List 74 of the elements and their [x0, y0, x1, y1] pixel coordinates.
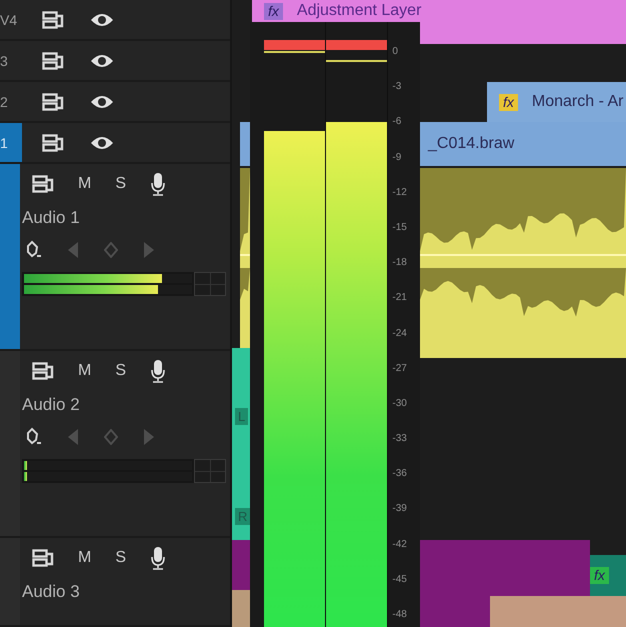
db-scale-label: -6	[392, 116, 402, 128]
microphone-icon[interactable]	[150, 172, 166, 196]
mute-button[interactable]: M	[78, 175, 92, 193]
audio-clip[interactable]	[240, 168, 250, 348]
db-scale-label: -48	[392, 609, 408, 621]
solo-button[interactable]: S	[115, 549, 126, 567]
microphone-icon[interactable]	[150, 546, 166, 570]
stacked-rectangles-icon[interactable]	[42, 52, 64, 70]
stacked-rectangles-icon[interactable]	[42, 10, 64, 28]
timeline-clip[interactable]	[232, 590, 250, 627]
keyframe-menu-icon[interactable]	[26, 427, 42, 447]
eye-icon[interactable]	[90, 12, 114, 28]
timeline-clip[interactable]	[232, 540, 250, 590]
previous-keyframe-icon[interactable]	[68, 429, 78, 445]
microphone-icon[interactable]	[150, 359, 166, 383]
db-scale-label: -39	[392, 503, 408, 516]
audio-clip[interactable]	[420, 168, 626, 358]
track-label[interactable]: V4	[0, 0, 22, 39]
clip-name: Adjustment Layer	[296, 2, 422, 20]
track-target-strip[interactable]	[0, 164, 20, 349]
db-scale-label: -9	[392, 152, 402, 164]
stacked-rectangles-icon[interactable]	[32, 549, 54, 567]
db-scale-label: -15	[392, 222, 408, 234]
db-scale-label: -27	[392, 362, 408, 375]
fx-badge: fx	[590, 567, 609, 584]
db-scale-label: -36	[392, 468, 408, 480]
clip-indicator[interactable]	[264, 40, 326, 50]
next-keyframe-icon[interactable]	[144, 429, 154, 445]
solo-button[interactable]: S	[115, 175, 126, 193]
timeline-clip[interactable]	[420, 22, 626, 44]
solo-button[interactable]: S	[115, 362, 126, 380]
timeline-clip[interactable]: _C014.braw	[420, 122, 626, 166]
next-keyframe-icon[interactable]	[144, 242, 154, 258]
db-scale-label: -24	[392, 328, 408, 340]
mute-button[interactable]: M	[78, 549, 92, 567]
timeline-clip[interactable]: fx Adjustment Layer	[252, 0, 626, 22]
stacked-rectangles-icon[interactable]	[42, 92, 64, 110]
timeline-clip[interactable]: fx Monarch - Ar	[487, 82, 626, 122]
track-label[interactable]: 2	[0, 82, 22, 121]
track-name: Audio 1	[22, 208, 81, 228]
previous-keyframe-icon[interactable]	[68, 242, 78, 258]
keyframe-diamond-icon[interactable]	[104, 242, 118, 258]
db-scale-label: -12	[392, 186, 408, 199]
db-scale-label: -33	[392, 433, 408, 446]
track-label[interactable]: 3	[0, 41, 22, 80]
timeline-clip[interactable]	[240, 122, 250, 166]
mute-button[interactable]: M	[78, 362, 92, 380]
track-name: Audio 3	[22, 582, 81, 602]
db-scale-label: -30	[392, 398, 408, 410]
eye-icon[interactable]	[90, 94, 114, 110]
timeline-clip[interactable]	[420, 596, 490, 627]
keyframe-diamond-icon[interactable]	[104, 429, 118, 445]
timeline-clip[interactable]	[420, 540, 590, 596]
stacked-rectangles-icon[interactable]	[42, 134, 64, 152]
clip-indicator[interactable]	[326, 40, 388, 50]
clip-name: Monarch - Ar	[532, 93, 624, 111]
fx-badge: fx	[264, 2, 283, 20]
clip-name: _C014.braw	[428, 135, 514, 153]
db-scale-label: -42	[392, 538, 408, 551]
keyframe-menu-icon[interactable]	[26, 240, 42, 260]
db-scale-label: -21	[392, 292, 408, 304]
db-scale-label: 0	[392, 46, 399, 58]
db-scale-label: -18	[392, 257, 408, 270]
stacked-rectangles-icon[interactable]	[32, 175, 54, 193]
track-name: Audio 2	[22, 395, 81, 415]
db-scale-label: -3	[392, 81, 402, 94]
timeline-clip[interactable]: fx	[590, 555, 626, 596]
eye-icon[interactable]	[90, 52, 114, 68]
timeline-clip[interactable]	[490, 596, 626, 627]
fx-badge: fx	[499, 94, 518, 110]
track-label[interactable]: 1	[0, 123, 22, 162]
eye-icon[interactable]	[90, 134, 114, 150]
db-scale-label: -45	[392, 574, 408, 586]
stacked-rectangles-icon[interactable]	[32, 362, 54, 380]
